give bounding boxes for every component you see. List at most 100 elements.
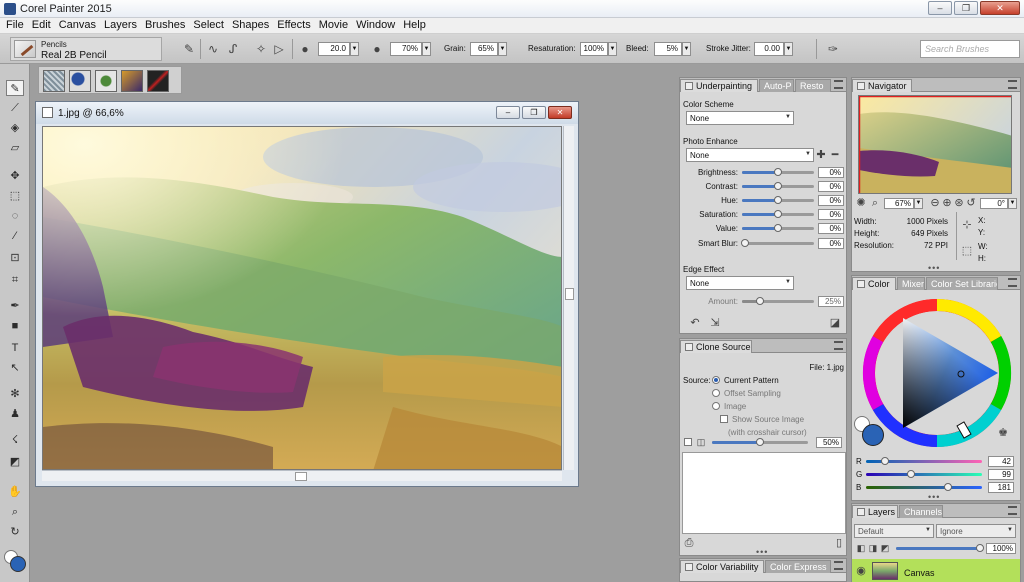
menu-shapes[interactable]: Shapes: [228, 18, 273, 33]
reset-tool-icon[interactable]: ✎: [182, 42, 196, 56]
value-value[interactable]: 0%: [818, 223, 844, 234]
brightness-slider[interactable]: [742, 168, 814, 176]
blue-slider[interactable]: [866, 483, 982, 491]
saturation-slider[interactable]: [742, 210, 814, 218]
stroke-attributes-icon[interactable]: ✧: [254, 42, 268, 56]
add-preset-icon[interactable]: ✚: [814, 148, 828, 162]
tab-color-variability[interactable]: Color Variability: [680, 560, 764, 573]
tab-channels[interactable]: Channels: [899, 505, 943, 518]
panel-menu-icon[interactable]: [834, 561, 843, 570]
panel-resize-grip[interactable]: •••: [928, 263, 940, 273]
bleed-field[interactable]: 5%: [654, 42, 682, 56]
bleed-dropdown[interactable]: ▼: [682, 42, 691, 56]
quick-clone-icon[interactable]: ◪: [828, 316, 842, 330]
opacity-dropdown[interactable]: ▼: [422, 42, 431, 56]
search-brushes-input[interactable]: Search Brushes: [920, 40, 1020, 58]
tab-restoration[interactable]: Resto: [795, 79, 831, 92]
grabber-tool-icon[interactable]: ✋: [6, 484, 24, 500]
hue-slider[interactable]: [742, 196, 814, 204]
preserve-transparency-select[interactable]: Ignore: [936, 524, 1016, 538]
panel-menu-icon[interactable]: [1008, 278, 1017, 287]
doc-maximize-button[interactable]: ❐: [522, 106, 546, 119]
current-pattern-radio[interactable]: [712, 376, 720, 384]
vertical-scroll-thumb[interactable]: [565, 288, 574, 300]
rubber-stamp-icon[interactable]: ♟: [6, 406, 24, 422]
rotate-page-icon[interactable]: ↻: [6, 524, 24, 540]
contrast-value[interactable]: 0%: [818, 181, 844, 192]
menu-effects[interactable]: Effects: [273, 18, 314, 33]
layer-opacity-value[interactable]: 100%: [986, 543, 1016, 554]
edge-effect-select[interactable]: None: [686, 276, 794, 290]
pen-tool-icon[interactable]: ✒: [6, 298, 24, 314]
color-scheme-select[interactable]: None: [686, 111, 794, 125]
eraser-tool-icon[interactable]: ▱: [6, 140, 24, 156]
zoom-icon[interactable]: ⌕: [868, 196, 882, 210]
maximize-button[interactable]: ❐: [954, 1, 978, 15]
paint-bucket-icon[interactable]: ◈: [6, 120, 24, 136]
clone-opacity-slider[interactable]: [712, 438, 808, 446]
smart-blur-slider[interactable]: [740, 239, 814, 247]
dodge-tool-icon[interactable]: ☇: [6, 432, 24, 448]
menu-select[interactable]: Select: [189, 18, 228, 33]
reset-underpainting-icon[interactable]: ↶: [688, 316, 702, 330]
menu-canvas[interactable]: Canvas: [55, 18, 100, 33]
magnifier-tool-icon[interactable]: ⌕: [6, 504, 24, 520]
delete-source-icon[interactable]: ▯: [832, 536, 846, 550]
show-source-image-checkbox[interactable]: [720, 415, 728, 423]
menu-window[interactable]: Window: [352, 18, 399, 33]
zoom-dropdown[interactable]: ▼: [914, 198, 923, 209]
lasso-tool-icon[interactable]: ◌: [6, 208, 24, 224]
rotate-icon[interactable]: ↺: [964, 196, 978, 210]
menu-file[interactable]: File: [2, 18, 28, 33]
main-color-swatch[interactable]: [10, 556, 26, 572]
minimize-button[interactable]: –: [928, 1, 952, 15]
composite-method-select[interactable]: Default: [854, 524, 934, 538]
crop-tool-icon[interactable]: ⌗: [6, 272, 24, 288]
panel-resize-grip[interactable]: •••: [756, 547, 768, 557]
embed-source-icon[interactable]: ⎙: [682, 536, 696, 550]
brightness-value[interactable]: 0%: [818, 167, 844, 178]
paper-tool-icon[interactable]: ◩: [6, 454, 24, 470]
hue-value[interactable]: 0%: [818, 195, 844, 206]
brush-tracking-icon[interactable]: ✑: [826, 42, 840, 56]
transform-tool-icon[interactable]: ⊡: [6, 250, 24, 266]
contrast-slider[interactable]: [742, 182, 814, 190]
layer-mask-icon[interactable]: ◩: [878, 541, 892, 555]
resaturation-field[interactable]: 100%: [580, 42, 608, 56]
red-slider[interactable]: [866, 457, 982, 465]
amount-slider[interactable]: [742, 297, 814, 305]
photo-enhance-select[interactable]: None: [686, 148, 814, 162]
doc-close-button[interactable]: ✕: [548, 106, 572, 119]
color-dropper-icon[interactable]: ♚: [996, 426, 1010, 440]
panel-menu-icon[interactable]: [1008, 506, 1017, 515]
grain-dropdown[interactable]: ▼: [498, 42, 507, 56]
close-button[interactable]: ✕: [980, 1, 1020, 15]
zoom-field[interactable]: 67%: [884, 198, 914, 209]
clone-source-preview[interactable]: [682, 452, 846, 534]
menu-layers[interactable]: Layers: [100, 18, 141, 33]
red-value[interactable]: 42: [988, 456, 1014, 467]
tab-layers[interactable]: Layers: [852, 505, 898, 518]
tab-mixer[interactable]: Mixer: [897, 277, 925, 290]
menu-edit[interactable]: Edit: [28, 18, 55, 33]
shape-selection-icon[interactable]: ↖: [6, 360, 24, 376]
canvas-layer-row[interactable]: ◉ Canvas: [852, 559, 1020, 582]
doc-minimize-button[interactable]: –: [496, 106, 520, 119]
tab-clone-source[interactable]: Clone Source: [680, 340, 752, 353]
rotation-field[interactable]: 0°: [980, 198, 1008, 209]
value-slider[interactable]: [742, 224, 814, 232]
panel-menu-icon[interactable]: [834, 80, 843, 89]
panel-menu-icon[interactable]: [1008, 80, 1017, 89]
tab-underpainting[interactable]: Underpainting: [680, 79, 758, 92]
menu-help[interactable]: Help: [399, 18, 430, 33]
color-wheel[interactable]: [860, 296, 1014, 450]
cloner-tool-icon[interactable]: ✻: [6, 386, 24, 402]
resaturation-dropdown[interactable]: ▼: [608, 42, 617, 56]
freehand-stroke-icon[interactable]: ∿: [206, 42, 220, 56]
rectangular-selection-icon[interactable]: ⬚: [6, 188, 24, 204]
navigator-thumbnail[interactable]: [858, 95, 1012, 194]
green-value[interactable]: 99: [988, 469, 1014, 480]
grain-field[interactable]: 65%: [470, 42, 498, 56]
pattern-library-icon[interactable]: [95, 70, 117, 92]
horizontal-scrollbar[interactable]: [42, 470, 562, 481]
